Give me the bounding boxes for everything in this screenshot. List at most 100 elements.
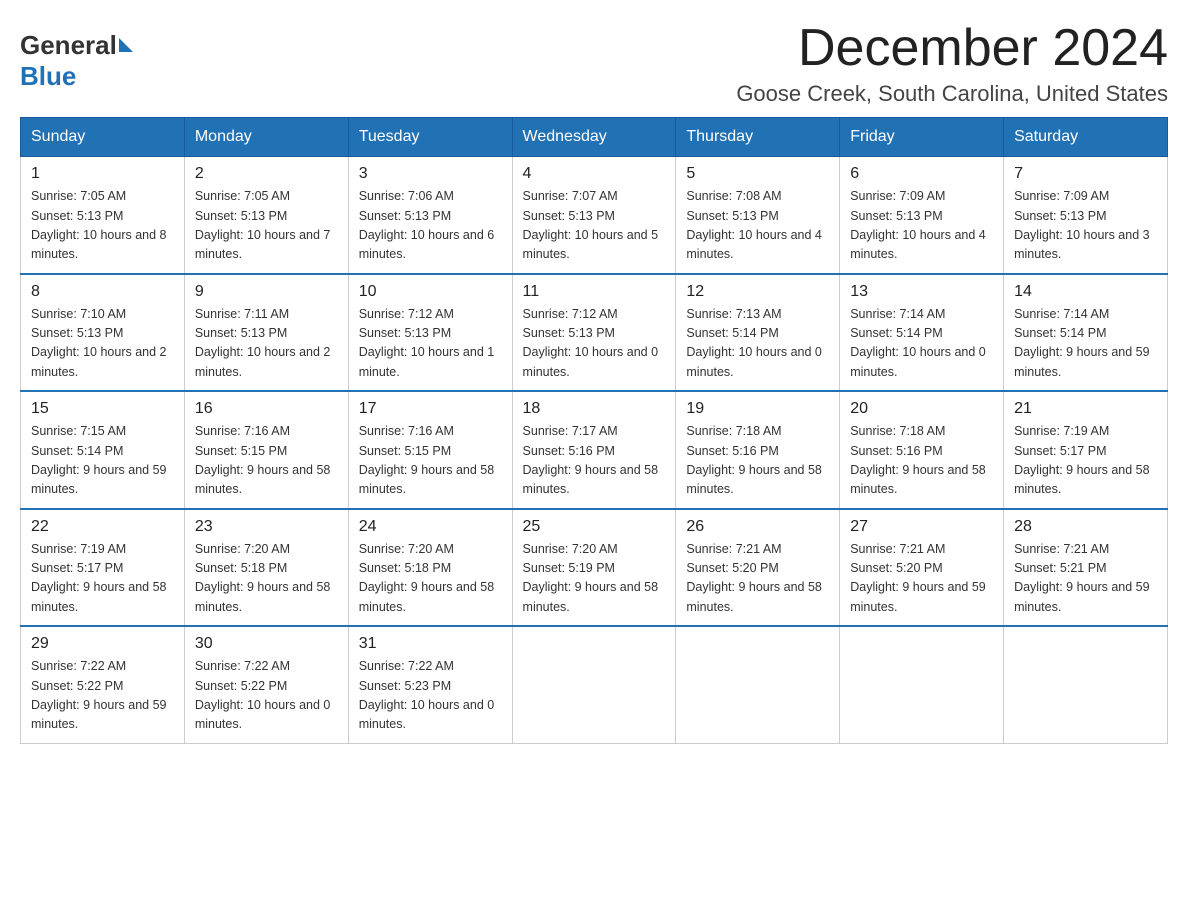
table-row — [1004, 626, 1168, 743]
day-number: 2 — [195, 165, 338, 183]
table-row: 2 Sunrise: 7:05 AMSunset: 5:13 PMDayligh… — [184, 157, 348, 274]
month-title: December 2024 — [736, 20, 1168, 77]
day-info: Sunrise: 7:20 AMSunset: 5:19 PMDaylight:… — [523, 540, 666, 618]
day-number: 14 — [1014, 283, 1157, 301]
day-info: Sunrise: 7:19 AMSunset: 5:17 PMDaylight:… — [31, 540, 174, 618]
title-section: December 2024 Goose Creek, South Carolin… — [736, 20, 1168, 107]
table-row: 17 Sunrise: 7:16 AMSunset: 5:15 PMDaylig… — [348, 391, 512, 509]
day-info: Sunrise: 7:06 AMSunset: 5:13 PMDaylight:… — [359, 187, 502, 265]
table-row: 10 Sunrise: 7:12 AMSunset: 5:13 PMDaylig… — [348, 274, 512, 392]
table-row: 1 Sunrise: 7:05 AMSunset: 5:13 PMDayligh… — [21, 157, 185, 274]
day-number: 6 — [850, 165, 993, 183]
table-row: 29 Sunrise: 7:22 AMSunset: 5:22 PMDaylig… — [21, 626, 185, 743]
day-number: 30 — [195, 635, 338, 653]
col-monday: Monday — [184, 118, 348, 157]
day-number: 16 — [195, 400, 338, 418]
table-row: 6 Sunrise: 7:09 AMSunset: 5:13 PMDayligh… — [840, 157, 1004, 274]
day-info: Sunrise: 7:09 AMSunset: 5:13 PMDaylight:… — [1014, 187, 1157, 265]
day-info: Sunrise: 7:13 AMSunset: 5:14 PMDaylight:… — [686, 305, 829, 383]
day-number: 21 — [1014, 400, 1157, 418]
day-number: 9 — [195, 283, 338, 301]
table-row: 3 Sunrise: 7:06 AMSunset: 5:13 PMDayligh… — [348, 157, 512, 274]
table-row: 8 Sunrise: 7:10 AMSunset: 5:13 PMDayligh… — [21, 274, 185, 392]
day-info: Sunrise: 7:16 AMSunset: 5:15 PMDaylight:… — [195, 422, 338, 500]
table-row: 14 Sunrise: 7:14 AMSunset: 5:14 PMDaylig… — [1004, 274, 1168, 392]
day-number: 10 — [359, 283, 502, 301]
col-thursday: Thursday — [676, 118, 840, 157]
table-row: 27 Sunrise: 7:21 AMSunset: 5:20 PMDaylig… — [840, 509, 1004, 627]
table-row — [676, 626, 840, 743]
col-saturday: Saturday — [1004, 118, 1168, 157]
table-row: 28 Sunrise: 7:21 AMSunset: 5:21 PMDaylig… — [1004, 509, 1168, 627]
day-info: Sunrise: 7:22 AMSunset: 5:22 PMDaylight:… — [31, 657, 174, 735]
col-wednesday: Wednesday — [512, 118, 676, 157]
day-number: 25 — [523, 518, 666, 536]
calendar-week-row: 1 Sunrise: 7:05 AMSunset: 5:13 PMDayligh… — [21, 157, 1168, 274]
day-info: Sunrise: 7:14 AMSunset: 5:14 PMDaylight:… — [850, 305, 993, 383]
calendar-header-row: Sunday Monday Tuesday Wednesday Thursday… — [21, 118, 1168, 157]
day-number: 23 — [195, 518, 338, 536]
logo-blue-part — [117, 38, 133, 54]
table-row: 7 Sunrise: 7:09 AMSunset: 5:13 PMDayligh… — [1004, 157, 1168, 274]
table-row: 12 Sunrise: 7:13 AMSunset: 5:14 PMDaylig… — [676, 274, 840, 392]
day-info: Sunrise: 7:05 AMSunset: 5:13 PMDaylight:… — [195, 187, 338, 265]
day-info: Sunrise: 7:12 AMSunset: 5:13 PMDaylight:… — [359, 305, 502, 383]
day-info: Sunrise: 7:15 AMSunset: 5:14 PMDaylight:… — [31, 422, 174, 500]
day-number: 7 — [1014, 165, 1157, 183]
day-number: 17 — [359, 400, 502, 418]
table-row: 18 Sunrise: 7:17 AMSunset: 5:16 PMDaylig… — [512, 391, 676, 509]
table-row: 30 Sunrise: 7:22 AMSunset: 5:22 PMDaylig… — [184, 626, 348, 743]
table-row: 25 Sunrise: 7:20 AMSunset: 5:19 PMDaylig… — [512, 509, 676, 627]
table-row: 26 Sunrise: 7:21 AMSunset: 5:20 PMDaylig… — [676, 509, 840, 627]
calendar-week-row: 22 Sunrise: 7:19 AMSunset: 5:17 PMDaylig… — [21, 509, 1168, 627]
table-row: 23 Sunrise: 7:20 AMSunset: 5:18 PMDaylig… — [184, 509, 348, 627]
table-row: 19 Sunrise: 7:18 AMSunset: 5:16 PMDaylig… — [676, 391, 840, 509]
day-number: 15 — [31, 400, 174, 418]
day-number: 19 — [686, 400, 829, 418]
day-number: 4 — [523, 165, 666, 183]
logo: General Blue — [20, 20, 133, 92]
day-info: Sunrise: 7:19 AMSunset: 5:17 PMDaylight:… — [1014, 422, 1157, 500]
day-info: Sunrise: 7:08 AMSunset: 5:13 PMDaylight:… — [686, 187, 829, 265]
col-sunday: Sunday — [21, 118, 185, 157]
logo-general-text: General — [20, 30, 117, 61]
day-info: Sunrise: 7:11 AMSunset: 5:13 PMDaylight:… — [195, 305, 338, 383]
day-info: Sunrise: 7:07 AMSunset: 5:13 PMDaylight:… — [523, 187, 666, 265]
day-number: 13 — [850, 283, 993, 301]
day-number: 27 — [850, 518, 993, 536]
day-number: 3 — [359, 165, 502, 183]
location-subtitle: Goose Creek, South Carolina, United Stat… — [736, 81, 1168, 107]
day-info: Sunrise: 7:21 AMSunset: 5:21 PMDaylight:… — [1014, 540, 1157, 618]
page-header: General Blue December 2024 Goose Creek, … — [20, 20, 1168, 107]
table-row: 20 Sunrise: 7:18 AMSunset: 5:16 PMDaylig… — [840, 391, 1004, 509]
table-row: 5 Sunrise: 7:08 AMSunset: 5:13 PMDayligh… — [676, 157, 840, 274]
day-info: Sunrise: 7:17 AMSunset: 5:16 PMDaylight:… — [523, 422, 666, 500]
table-row: 16 Sunrise: 7:16 AMSunset: 5:15 PMDaylig… — [184, 391, 348, 509]
table-row: 21 Sunrise: 7:19 AMSunset: 5:17 PMDaylig… — [1004, 391, 1168, 509]
calendar-table: Sunday Monday Tuesday Wednesday Thursday… — [20, 117, 1168, 744]
day-number: 11 — [523, 283, 666, 301]
day-number: 1 — [31, 165, 174, 183]
day-number: 31 — [359, 635, 502, 653]
table-row: 13 Sunrise: 7:14 AMSunset: 5:14 PMDaylig… — [840, 274, 1004, 392]
day-info: Sunrise: 7:09 AMSunset: 5:13 PMDaylight:… — [850, 187, 993, 265]
day-number: 26 — [686, 518, 829, 536]
table-row: 9 Sunrise: 7:11 AMSunset: 5:13 PMDayligh… — [184, 274, 348, 392]
col-tuesday: Tuesday — [348, 118, 512, 157]
logo-triangle-icon — [119, 38, 133, 52]
calendar-week-row: 15 Sunrise: 7:15 AMSunset: 5:14 PMDaylig… — [21, 391, 1168, 509]
day-number: 18 — [523, 400, 666, 418]
table-row: 24 Sunrise: 7:20 AMSunset: 5:18 PMDaylig… — [348, 509, 512, 627]
day-number: 20 — [850, 400, 993, 418]
day-info: Sunrise: 7:05 AMSunset: 5:13 PMDaylight:… — [31, 187, 174, 265]
day-number: 5 — [686, 165, 829, 183]
table-row — [840, 626, 1004, 743]
day-number: 24 — [359, 518, 502, 536]
day-info: Sunrise: 7:16 AMSunset: 5:15 PMDaylight:… — [359, 422, 502, 500]
day-info: Sunrise: 7:20 AMSunset: 5:18 PMDaylight:… — [195, 540, 338, 618]
day-info: Sunrise: 7:22 AMSunset: 5:23 PMDaylight:… — [359, 657, 502, 735]
day-number: 29 — [31, 635, 174, 653]
day-info: Sunrise: 7:22 AMSunset: 5:22 PMDaylight:… — [195, 657, 338, 735]
day-info: Sunrise: 7:12 AMSunset: 5:13 PMDaylight:… — [523, 305, 666, 383]
table-row: 31 Sunrise: 7:22 AMSunset: 5:23 PMDaylig… — [348, 626, 512, 743]
